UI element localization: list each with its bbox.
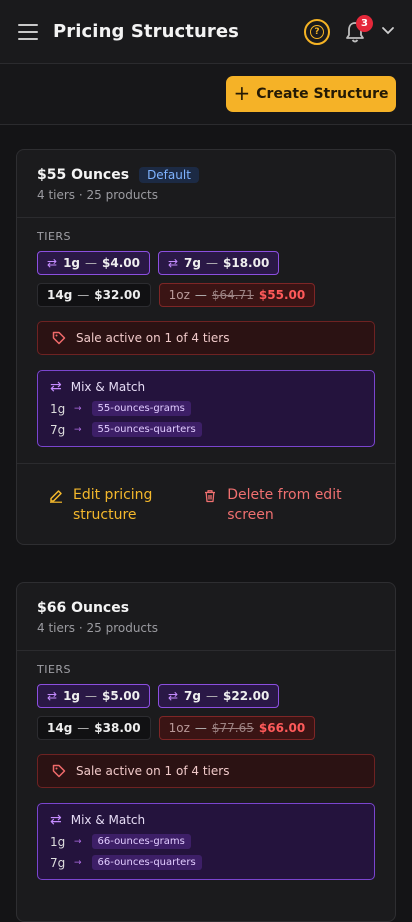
menu-icon[interactable]	[18, 23, 38, 40]
help-button[interactable]: ?	[304, 19, 330, 45]
tier-chip: ⇄ 1g — $5.00	[37, 684, 150, 708]
tier-chip: ⇄ 7g — $22.00	[157, 684, 280, 708]
edit-icon	[50, 490, 62, 503]
sale-text: Sale active on 1 of 4 tiers	[76, 331, 230, 345]
plus-icon: +	[233, 81, 251, 105]
tiers-label: TIERS	[37, 230, 72, 243]
swap-icon: ⇄	[167, 256, 179, 270]
tiers-label: TIERS	[37, 663, 72, 676]
mix-row: 7g → 66-ounces-quarters	[50, 855, 362, 870]
page-title: Pricing Structures	[53, 21, 239, 42]
mix-row: 7g → 55-ounces-quarters	[50, 422, 362, 437]
swap-icon: ⇄	[50, 379, 62, 395]
tier-chip: 14g — $32.00	[37, 283, 151, 307]
edit-pricing-button[interactable]: Edit pricing structure	[49, 485, 203, 544]
chevron-down-icon[interactable]	[381, 26, 395, 36]
mix-group-tag: 55-ounces-grams	[91, 401, 191, 416]
tier-chip: 14g — $38.00	[37, 716, 151, 740]
create-structure-button[interactable]: + Create Structure	[226, 76, 396, 112]
mix-group-tag: 66-ounces-grams	[91, 834, 191, 849]
pricing-card: $55 Ounces Default 4 tiers · 25 products…	[16, 149, 396, 545]
notification-badge: 3	[356, 15, 373, 32]
swap-icon: ⇄	[47, 689, 58, 703]
card-title: $66 Ounces	[37, 600, 130, 616]
card-subtitle: 4 tiers · 25 products	[37, 188, 158, 202]
sale-text: Sale active on 1 of 4 tiers	[76, 764, 230, 778]
action-bar: + Create Structure	[0, 64, 412, 125]
default-badge: Default	[139, 167, 199, 183]
mix-match-box: ⇄ Mix & Match 1g → 66-ounces-grams 7g → 66-ou…	[37, 803, 375, 880]
card-body: TIERS ⇄ 1g — $4.00 ⇄ 7g — $18.00 14g — $32.00 1o…	[17, 218, 395, 464]
help-icon: ?	[310, 25, 324, 39]
mix-group-tag: 55-ounces-quarters	[91, 422, 202, 437]
swap-icon: ⇄	[47, 256, 58, 270]
pricing-card: $66 Ounces 4 tiers · 25 products TIERS ⇄…	[16, 582, 396, 922]
swap-icon: ⇄	[50, 812, 62, 828]
tier-chip: ⇄ 1g — $4.00	[37, 251, 150, 275]
tier-chip: ⇄ 7g — $18.00	[157, 251, 280, 275]
mix-title: Mix & Match	[70, 380, 146, 394]
delete-button[interactable]: Delete from edit screen	[203, 485, 375, 544]
top-bar: Pricing Structures ? 3	[0, 0, 412, 64]
card-subtitle: 4 tiers · 25 products	[37, 621, 158, 635]
mix-row: 1g → 66-ounces-grams	[50, 834, 362, 849]
card-title: $55 Ounces	[37, 167, 130, 183]
tag-icon	[52, 764, 66, 778]
mix-match-box: ⇄ Mix & Match 1g → 55-ounces-grams 7g → 55-ou…	[37, 370, 375, 447]
sale-banner: Sale active on 1 of 4 tiers	[37, 321, 375, 355]
create-structure-label: Create Structure	[256, 86, 389, 102]
card-header: $55 Ounces Default 4 tiers · 25 products	[17, 150, 395, 218]
mix-row: 1g → 55-ounces-grams	[50, 401, 362, 416]
swap-icon: ⇄	[167, 689, 179, 703]
tag-icon	[52, 331, 66, 345]
delete-label: Delete from edit screen	[227, 487, 342, 523]
card-actions: Edit pricing structure Delete from edit …	[17, 464, 395, 544]
edit-pricing-label: Edit pricing structure	[73, 487, 153, 523]
tier-chip-sale: 1oz — $77.65 $66.00	[158, 716, 316, 740]
tier-chip-sale: 1oz — $64.71 $55.00	[158, 283, 316, 307]
card-header: $66 Ounces 4 tiers · 25 products	[17, 583, 395, 651]
card-body: TIERS ⇄ 1g — $5.00 ⇄ 7g — $22.00 14g — $38.00 1o…	[17, 651, 395, 896]
sale-banner: Sale active on 1 of 4 tiers	[37, 754, 375, 788]
trash-icon	[205, 490, 216, 503]
mix-group-tag: 66-ounces-quarters	[91, 855, 202, 870]
mix-title: Mix & Match	[70, 813, 146, 827]
